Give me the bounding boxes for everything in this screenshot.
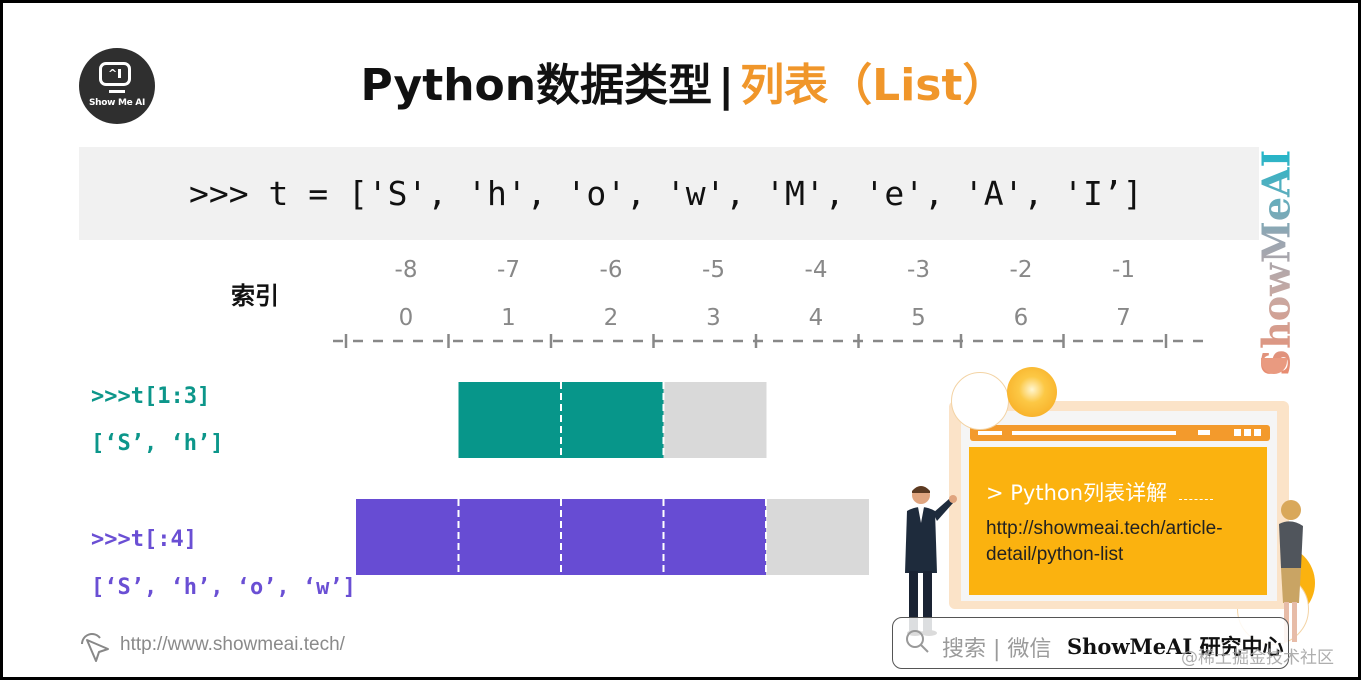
selected-cell [356,499,459,575]
promo-link[interactable]: http://showmeai.tech/article-detail/pyth… [986,516,1256,568]
tick-negative: -2 [1009,257,1033,283]
selected-cell [458,499,562,575]
search-icon [906,630,929,653]
tick-negative: -8 [394,257,418,283]
selected-cell [561,499,664,575]
selected-cell [458,382,562,458]
selected-cell [663,499,767,575]
deco-circle [951,372,1009,430]
footer-link[interactable]: http://www.showmeai.tech/ [120,634,345,656]
promo-title[interactable]: > Python列表详解 [986,477,1167,507]
tick-negative: -7 [497,257,520,283]
tick-positive: 3 [706,305,721,331]
tick-positive: 1 [501,305,516,331]
browser-bar [970,425,1270,441]
tick-negative: -4 [804,257,828,283]
unselected-cell [766,499,869,575]
tick-positive: 2 [603,305,619,331]
search-hint: 搜索 | 微信 [942,637,1052,662]
tick-positive: 4 [808,305,824,331]
tick-negative: -3 [907,257,930,283]
juejin-watermark: @稀土掘金技术社区 [1181,648,1334,668]
tick-negative: -5 [702,257,725,283]
tick-positive: 7 [1116,305,1131,331]
tick-positive: 6 [1013,305,1029,331]
cursor-click-icon [81,633,109,662]
tick-negative: -6 [599,257,623,283]
tick-negative: -1 [1112,257,1135,283]
tick-positive: 5 [911,305,926,331]
tick-positive: 0 [398,305,414,331]
selected-cell [561,382,664,458]
deco-sun [1007,367,1057,417]
slide: ^ Show Me AI Python数据类型 | 列表（List） >>> t =… [0,0,1361,680]
unselected-cell [663,382,767,458]
